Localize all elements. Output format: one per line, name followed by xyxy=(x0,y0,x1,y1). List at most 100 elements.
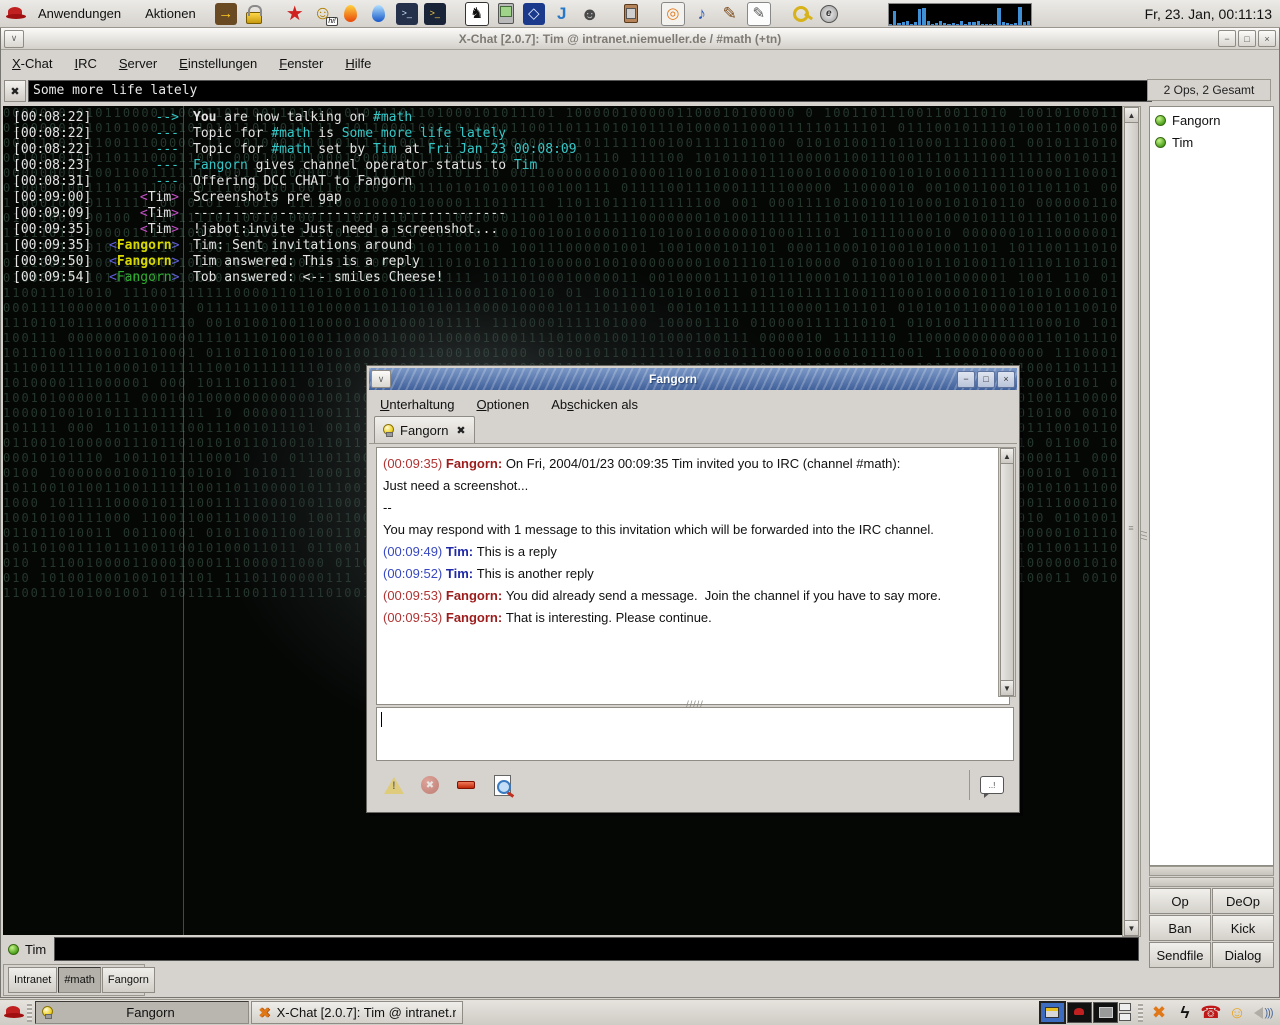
buddy-tray-icon[interactable]: ☺ xyxy=(1227,1003,1247,1023)
water-flame-icon[interactable] xyxy=(368,3,390,25)
chat-bubble-icon[interactable]: ..! xyxy=(980,776,1004,794)
dialog-titlebar[interactable]: ∨ Fangorn −□× xyxy=(369,368,1017,390)
op-led-icon xyxy=(1155,137,1166,148)
nick-column: --- xyxy=(109,142,179,158)
tab-close-icon[interactable]: ✖ xyxy=(456,424,465,437)
scroll-down-arrow[interactable]: ▼ xyxy=(1000,680,1014,696)
menu-irc[interactable]: IRC xyxy=(63,52,107,75)
message-input[interactable] xyxy=(54,937,1139,961)
horse-icon[interactable]: ♞ xyxy=(465,2,489,26)
system-monitor-applet[interactable] xyxy=(888,3,1032,26)
terminal-icon[interactable]: >_ xyxy=(396,3,418,25)
jabber-icon[interactable]: J xyxy=(551,3,573,25)
lock-icon[interactable] xyxy=(243,3,265,25)
remove-icon[interactable] xyxy=(454,773,478,797)
dialog-window-menu-button[interactable]: ∨ xyxy=(371,370,391,388)
multimedia-icon[interactable]: ♪ xyxy=(691,3,713,25)
menu-anwendungen[interactable]: Anwendungen xyxy=(26,0,133,27)
notes-icon[interactable]: ✎ xyxy=(747,2,771,26)
taskbar-grip[interactable] xyxy=(27,1003,32,1022)
task-button-fangorn[interactable]: Fangorn xyxy=(35,1001,249,1024)
scroll-up-arrow[interactable]: ▲ xyxy=(1124,107,1139,123)
search-document-icon[interactable] xyxy=(490,773,514,797)
terminal-penguin-icon[interactable]: >_ xyxy=(424,3,446,25)
dialog-menu-abschickenals[interactable]: Abschicken als xyxy=(540,393,649,416)
workspace-1[interactable] xyxy=(1039,1001,1066,1024)
dialog-maximize-button[interactable]: □ xyxy=(977,371,995,388)
dialog-close-button[interactable]: × xyxy=(997,371,1015,388)
user-list-item-tim[interactable]: Tim xyxy=(1150,131,1273,153)
workspace-3[interactable] xyxy=(1093,1002,1118,1023)
task-button-xchat[interactable]: ✖X-Chat [2.0.7]: Tim @ intranet.niemuell… xyxy=(251,1001,463,1024)
deop-button[interactable]: DeOp xyxy=(1212,888,1274,914)
smiley-icon[interactable]: ☺hi! xyxy=(312,3,334,25)
main-maximize-button[interactable]: □ xyxy=(1238,30,1256,47)
phone-tray-icon[interactable]: ☎ xyxy=(1201,1003,1221,1023)
pane-handle[interactable] xyxy=(1149,866,1274,876)
star-icon[interactable]: ★ xyxy=(284,3,306,25)
user-list-item-fangorn[interactable]: Fangorn xyxy=(1150,109,1273,131)
xchat-tray-icon[interactable]: ✖ xyxy=(1149,1003,1169,1023)
menu-aktionen[interactable]: Aktionen xyxy=(133,0,208,27)
dialog-message-area[interactable]: (00:09:35) Fangorn: On Fri, 2004/01/23 0… xyxy=(376,447,1010,705)
topic-input[interactable]: Some more life lately xyxy=(28,80,1152,102)
scrollbar-thumb[interactable]: ≡ xyxy=(1124,122,1139,921)
sendfile-button[interactable]: Sendfile xyxy=(1149,942,1211,968)
gimp-icon[interactable]: ✎ xyxy=(719,3,741,25)
main-close-button[interactable]: × xyxy=(1258,30,1276,47)
workspace-4[interactable] xyxy=(1119,1003,1131,1022)
menu-einstellungen[interactable]: Einstellungen xyxy=(168,52,268,75)
menu-xchat[interactable]: X-Chat xyxy=(1,52,63,75)
spy-search-icon[interactable]: ☻ xyxy=(579,3,601,25)
dialog-menu-optionen[interactable]: Optionen xyxy=(465,393,540,416)
abort-icon[interactable]: ✖ xyxy=(418,773,442,797)
flame-icon[interactable] xyxy=(340,3,362,25)
pda-hand-icon[interactable] xyxy=(620,3,642,25)
tab-Intranet[interactable]: Intranet xyxy=(8,967,57,993)
topic-close-button[interactable]: ✖ xyxy=(4,80,26,102)
clock-applet[interactable]: Fr, 23. Jan, 00:11:13 xyxy=(1145,0,1272,27)
main-minimize-button[interactable]: − xyxy=(1218,30,1236,47)
lightning-tray-icon[interactable]: ϟ xyxy=(1175,1003,1195,1023)
nick-column: --- xyxy=(109,126,179,142)
keys-icon[interactable] xyxy=(790,3,812,25)
dialog-tab-fangorn[interactable]: Fangorn ✖ xyxy=(374,416,475,443)
menu-hilfe[interactable]: Hilfe xyxy=(334,52,382,75)
message-text: ---------------------------------------- xyxy=(179,206,506,222)
package-cd-icon[interactable]: ◎ xyxy=(661,2,685,26)
menu-server[interactable]: Server xyxy=(108,52,168,75)
scrollbar-thumb[interactable] xyxy=(1000,463,1014,681)
tab-math[interactable]: #math xyxy=(58,967,101,993)
dialog-button[interactable]: Dialog xyxy=(1212,942,1274,968)
dialog-splitter[interactable]: ///// xyxy=(376,699,1014,707)
user-list[interactable]: FangornTim xyxy=(1149,106,1274,866)
dialog-message-input[interactable] xyxy=(376,707,1014,761)
ban-button[interactable]: Ban xyxy=(1149,915,1211,941)
warning-icon[interactable] xyxy=(382,773,406,797)
dialog-minimize-button[interactable]: − xyxy=(957,371,975,388)
nick-column: --> xyxy=(109,110,179,126)
pane-splitter[interactable]: /// xyxy=(1140,106,1148,935)
door-icon[interactable]: → xyxy=(215,3,237,25)
dialog-menu-unterhaltung[interactable]: Unterhaltung xyxy=(369,393,465,416)
taskbar-redhat-icon[interactable] xyxy=(4,1006,24,1020)
cube-icon[interactable]: ◇ xyxy=(523,3,545,25)
dialog-menubar: UnterhaltungOptionenAbschicken als xyxy=(369,392,1017,416)
dialog-scrollbar[interactable]: ▲ ▼ xyxy=(998,447,1016,697)
scroll-down-arrow[interactable]: ▼ xyxy=(1124,920,1139,936)
pane-handle[interactable] xyxy=(1149,877,1274,887)
kick-button[interactable]: Kick xyxy=(1212,915,1274,941)
scroll-up-arrow[interactable]: ▲ xyxy=(1000,448,1014,464)
volume-tray-icon[interactable]: ))) xyxy=(1253,1003,1273,1023)
gps-device-icon[interactable] xyxy=(495,3,517,25)
redhat-menu-icon[interactable] xyxy=(6,7,26,21)
tray-grip[interactable] xyxy=(1138,1003,1143,1022)
main-titlebar[interactable]: ∨ X-Chat [2.0.7]: Tim @ intranet.niemuel… xyxy=(1,28,1279,50)
op-button[interactable]: Op xyxy=(1149,888,1211,914)
workspace-2[interactable] xyxy=(1067,1002,1092,1023)
menu-fenster[interactable]: Fenster xyxy=(268,52,334,75)
window-menu-button[interactable]: ∨ xyxy=(4,30,24,48)
tab-Fangorn[interactable]: Fangorn xyxy=(102,967,155,993)
clock-applet-icon[interactable]: e xyxy=(818,3,840,25)
chat-scrollbar[interactable]: ▲ ≡ ▼ xyxy=(1122,106,1141,937)
